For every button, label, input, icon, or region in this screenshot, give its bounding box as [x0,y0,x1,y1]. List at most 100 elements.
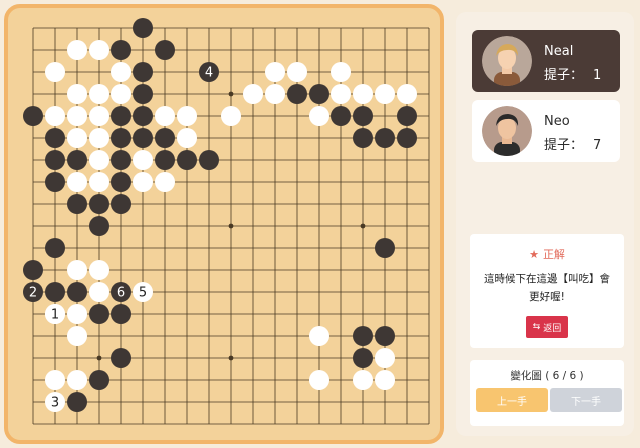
black-stone [45,238,65,258]
captures-count: 1 [593,68,602,83]
black-stone [111,150,131,170]
black-stone [133,106,153,126]
white-stone [375,84,395,104]
white-stone [265,84,285,104]
black-stone [133,128,153,148]
avatar [482,36,532,86]
black-stone [155,150,175,170]
white-stone [45,62,65,82]
star-point [360,223,366,229]
black-stone [177,150,197,170]
variation-label: 變化圖 ( 6 / 6 ) [510,370,584,382]
black-stone [375,326,395,346]
move-number: 3 [51,396,59,411]
black-stone [67,194,87,214]
black-stone [375,238,395,258]
hint-text: 這時候下在這邊【叫吃】會更好喔! [484,273,610,303]
white-stone [67,326,87,346]
player-card-neo: Neo 提子： 7 [472,100,620,162]
white-stone [67,128,87,148]
black-stone [111,304,131,324]
captures-label: 提子： [544,68,584,83]
variation-panel: 變化圖 ( 6 / 6 ) 上一手 下一手 [470,360,624,426]
move-number: 2 [29,286,37,301]
player-name: Neo [544,114,570,129]
black-stone [45,128,65,148]
prev-move-button[interactable]: 上一手 [476,388,548,412]
move-number: 4 [205,66,213,81]
white-stone [375,370,395,390]
black-stone [67,392,87,412]
hint-panel: ★ 正解 這時候下在這邊【叫吃】會更好喔! ⇆ 返回 [470,234,624,348]
swap-icon: ⇆ [532,322,541,332]
white-stone [89,150,109,170]
white-stone [89,128,109,148]
black-stone [23,260,43,280]
go-board[interactable]: 4 2 6 5 1 3 [8,8,440,440]
move-number: 1 [51,308,59,323]
back-button[interactable]: ⇆ 返回 [526,316,568,338]
black-stone [111,172,131,192]
black-stone [199,150,219,170]
black-stone [133,84,153,104]
darkhair-avatar-icon [482,106,532,156]
white-stone [397,84,417,104]
black-stone [45,172,65,192]
white-stone [309,370,329,390]
white-stone [155,106,175,126]
go-board-frame: 4 2 65 1 3 [4,4,444,444]
white-stone [111,84,131,104]
player-name: Neal [544,44,574,59]
player-card-neal: Neal 提子： 1 [472,30,620,92]
white-stone [67,370,87,390]
white-stone [89,260,109,280]
white-stone [133,150,153,170]
back-label: 返回 [543,323,562,334]
black-stone [309,84,329,104]
white-stone [221,106,241,126]
captures: 提子： 1 [544,64,601,83]
white-stone [67,260,87,280]
star-icon: ★ [529,248,539,261]
white-stone [177,106,197,126]
black-stone [67,150,87,170]
white-stone [353,370,373,390]
sidebar: Neal 提子： 1 Neo 提子： 7 ★ 正解 這時候下在這邊【叫吃】會更好喔! … [456,12,634,436]
black-stone [375,128,395,148]
black-stone [353,128,373,148]
star-point [228,355,234,361]
black-stone [111,194,131,214]
white-stone [375,348,395,368]
white-stone [177,128,197,148]
black-stone [111,128,131,148]
black-stone [23,106,43,126]
white-stone [89,84,109,104]
captures: 提子： 7 [544,134,601,153]
white-stone [287,62,307,82]
next-move-button[interactable]: 下一手 [550,388,622,412]
white-stone [67,40,87,60]
black-stone [89,194,109,214]
white-stone [111,62,131,82]
white-stone [67,84,87,104]
star-point [228,91,234,97]
white-stone [45,106,65,126]
black-stone [111,106,131,126]
white-stone [89,40,109,60]
black-stone [133,18,153,38]
white-stone [309,106,329,126]
black-stone [353,348,373,368]
black-stone [111,40,131,60]
white-stone [89,106,109,126]
hint-title-text: 正解 [542,248,565,261]
white-stone [155,172,175,192]
black-stone [45,282,65,302]
white-stone [89,282,109,302]
white-stone [45,370,65,390]
star-point [228,223,234,229]
black-stone [111,348,131,368]
white-stone [67,304,87,324]
black-stone [353,326,373,346]
white-stone [309,326,329,346]
white-stone [331,84,351,104]
